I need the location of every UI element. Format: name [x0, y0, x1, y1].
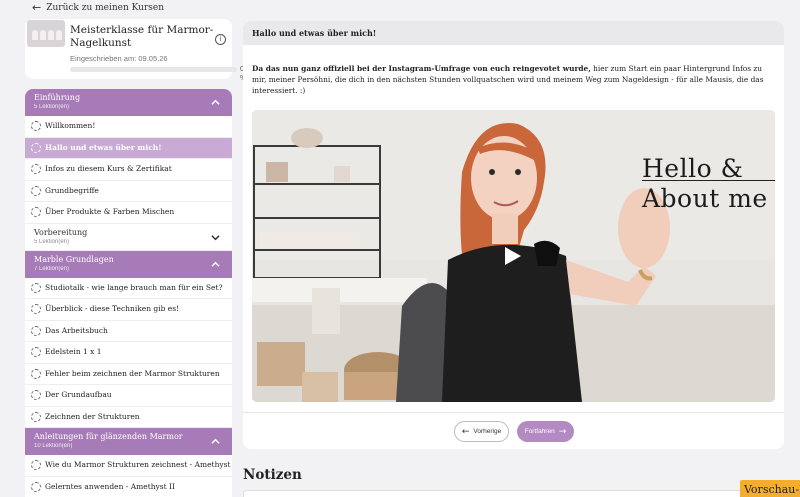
preview-mode-badge[interactable]: Vorschau-M [740, 480, 800, 497]
play-icon[interactable] [505, 247, 521, 265]
lesson-item[interactable]: Wie du Marmor Strukturen zeichnest - Ame… [25, 455, 232, 477]
arrow-right-icon: → [558, 426, 567, 437]
info-icon[interactable]: i [215, 34, 226, 45]
course-title: Meisterklasse für Marmor-Nagelkunst [70, 24, 214, 49]
lesson-item[interactable]: Grundbegriffe [25, 181, 232, 202]
notes-heading: Notizen [243, 467, 302, 483]
section-title: Vorbereitung [34, 227, 88, 237]
section-header-anleitungen[interactable]: Anleitungen für glänzenden Marmor 10 Lek… [25, 428, 232, 455]
course-card: Meisterklasse für Marmor-Nagelkunst Eing… [25, 19, 247, 82]
lesson-item-active[interactable]: Hallo und etwas über mich! [25, 137, 232, 159]
arrow-left-icon: ← [461, 426, 470, 437]
section-header-marble-grundlagen[interactable]: Marble Grundlagen 7 Lektion(en) [25, 250, 232, 278]
lesson-item[interactable]: Edelstein 1 x 1 [25, 342, 232, 364]
course-thumbnail [27, 20, 65, 47]
lesson-status-icon [31, 121, 41, 131]
back-link-label: Zurück zu meinen Kursen [46, 2, 165, 13]
video-overlay-rule [642, 180, 775, 181]
section-lesson-count: 5 Lektion(en) [34, 104, 70, 110]
chevron-down-icon [211, 234, 220, 240]
lesson-status-icon [31, 304, 41, 314]
lesson-item[interactable]: Studiotalk - wie lange brauch man für ei… [25, 278, 232, 299]
lesson-description: Da das nun ganz offiziell bei der Instag… [252, 63, 777, 96]
lesson-item[interactable]: Fehler beim zeichnen der Marmor Struktur… [25, 364, 232, 385]
back-to-courses-link[interactable]: ← Zurück zu meinen Kursen [32, 1, 164, 14]
video-overlay-title: Hello & About me [642, 154, 768, 213]
previous-button[interactable]: ← Vorherige [454, 421, 509, 442]
lesson-content-card: Hallo und etwas über mich! Da das nun ga… [243, 21, 784, 449]
arrow-left-icon: ← [32, 1, 42, 14]
lesson-item[interactable]: Infos zu diesem Kurs & Zertifikat [25, 159, 232, 181]
lesson-status-icon [31, 185, 41, 196]
lesson-item[interactable]: Willkommen! [25, 116, 232, 138]
section-header-einfuehrung[interactable]: Einführung 5 Lektion(en) [25, 89, 232, 116]
lesson-item[interactable]: Zeichnen der Strukturen [25, 407, 232, 428]
description-bold: Da das nun ganz offiziell bei der Instag… [252, 64, 591, 73]
lesson-status-icon [31, 142, 41, 153]
notes-editor[interactable] [243, 490, 784, 497]
section-title: Einführung [34, 93, 81, 102]
section-title: Anleitungen für glänzenden Marmor [34, 432, 183, 441]
lesson-header: Hallo und etwas über mich! [243, 21, 784, 45]
course-progress-bar [70, 67, 237, 72]
lesson-item[interactable]: Überblick - diese Techniken gib es! [25, 299, 232, 321]
lesson-status-icon [31, 325, 41, 336]
lesson-status-icon [31, 411, 41, 422]
lesson-status-icon [31, 460, 41, 470]
lesson-status-icon [31, 164, 41, 174]
lesson-status-icon [31, 481, 41, 492]
video-player[interactable]: Hello & About me [252, 110, 775, 402]
chevron-up-icon [211, 99, 220, 105]
continue-button[interactable]: Fortfahren → [517, 421, 574, 442]
lesson-sidebar: Einführung 5 Lektion(en) Willkommen! Hal… [25, 89, 232, 497]
section-header-vorbereitung[interactable]: Vorbereitung 5 Lektion(en) [25, 223, 232, 251]
lesson-status-icon [31, 368, 41, 379]
lesson-item[interactable]: Der Grundaufbau [25, 385, 232, 407]
lesson-item[interactable]: Das Arbeitsbuch [25, 321, 232, 342]
lesson-status-icon [31, 282, 41, 293]
enrolled-date: Eingeschrieben am: 09.05.26 [70, 54, 168, 63]
chevron-up-icon [211, 438, 220, 444]
lesson-item[interactable]: Gelerntes anwenden - Amethyst II [25, 477, 232, 497]
section-lesson-count: 10 Lektion(en) [34, 443, 73, 449]
lesson-status-icon [31, 207, 41, 217]
section-lesson-count: 7 Lektion(en) [34, 265, 70, 272]
lesson-status-icon [31, 390, 41, 400]
lesson-status-icon [31, 347, 41, 357]
lesson-title: Hallo und etwas über mich! [252, 28, 377, 38]
section-lesson-count: 5 Lektion(en) [34, 238, 70, 245]
section-title: Marble Grundlagen [34, 254, 114, 264]
lesson-item[interactable]: Über Produkte & Farben Mischen [25, 202, 232, 224]
chevron-up-icon [211, 261, 220, 267]
content-divider [243, 412, 784, 413]
